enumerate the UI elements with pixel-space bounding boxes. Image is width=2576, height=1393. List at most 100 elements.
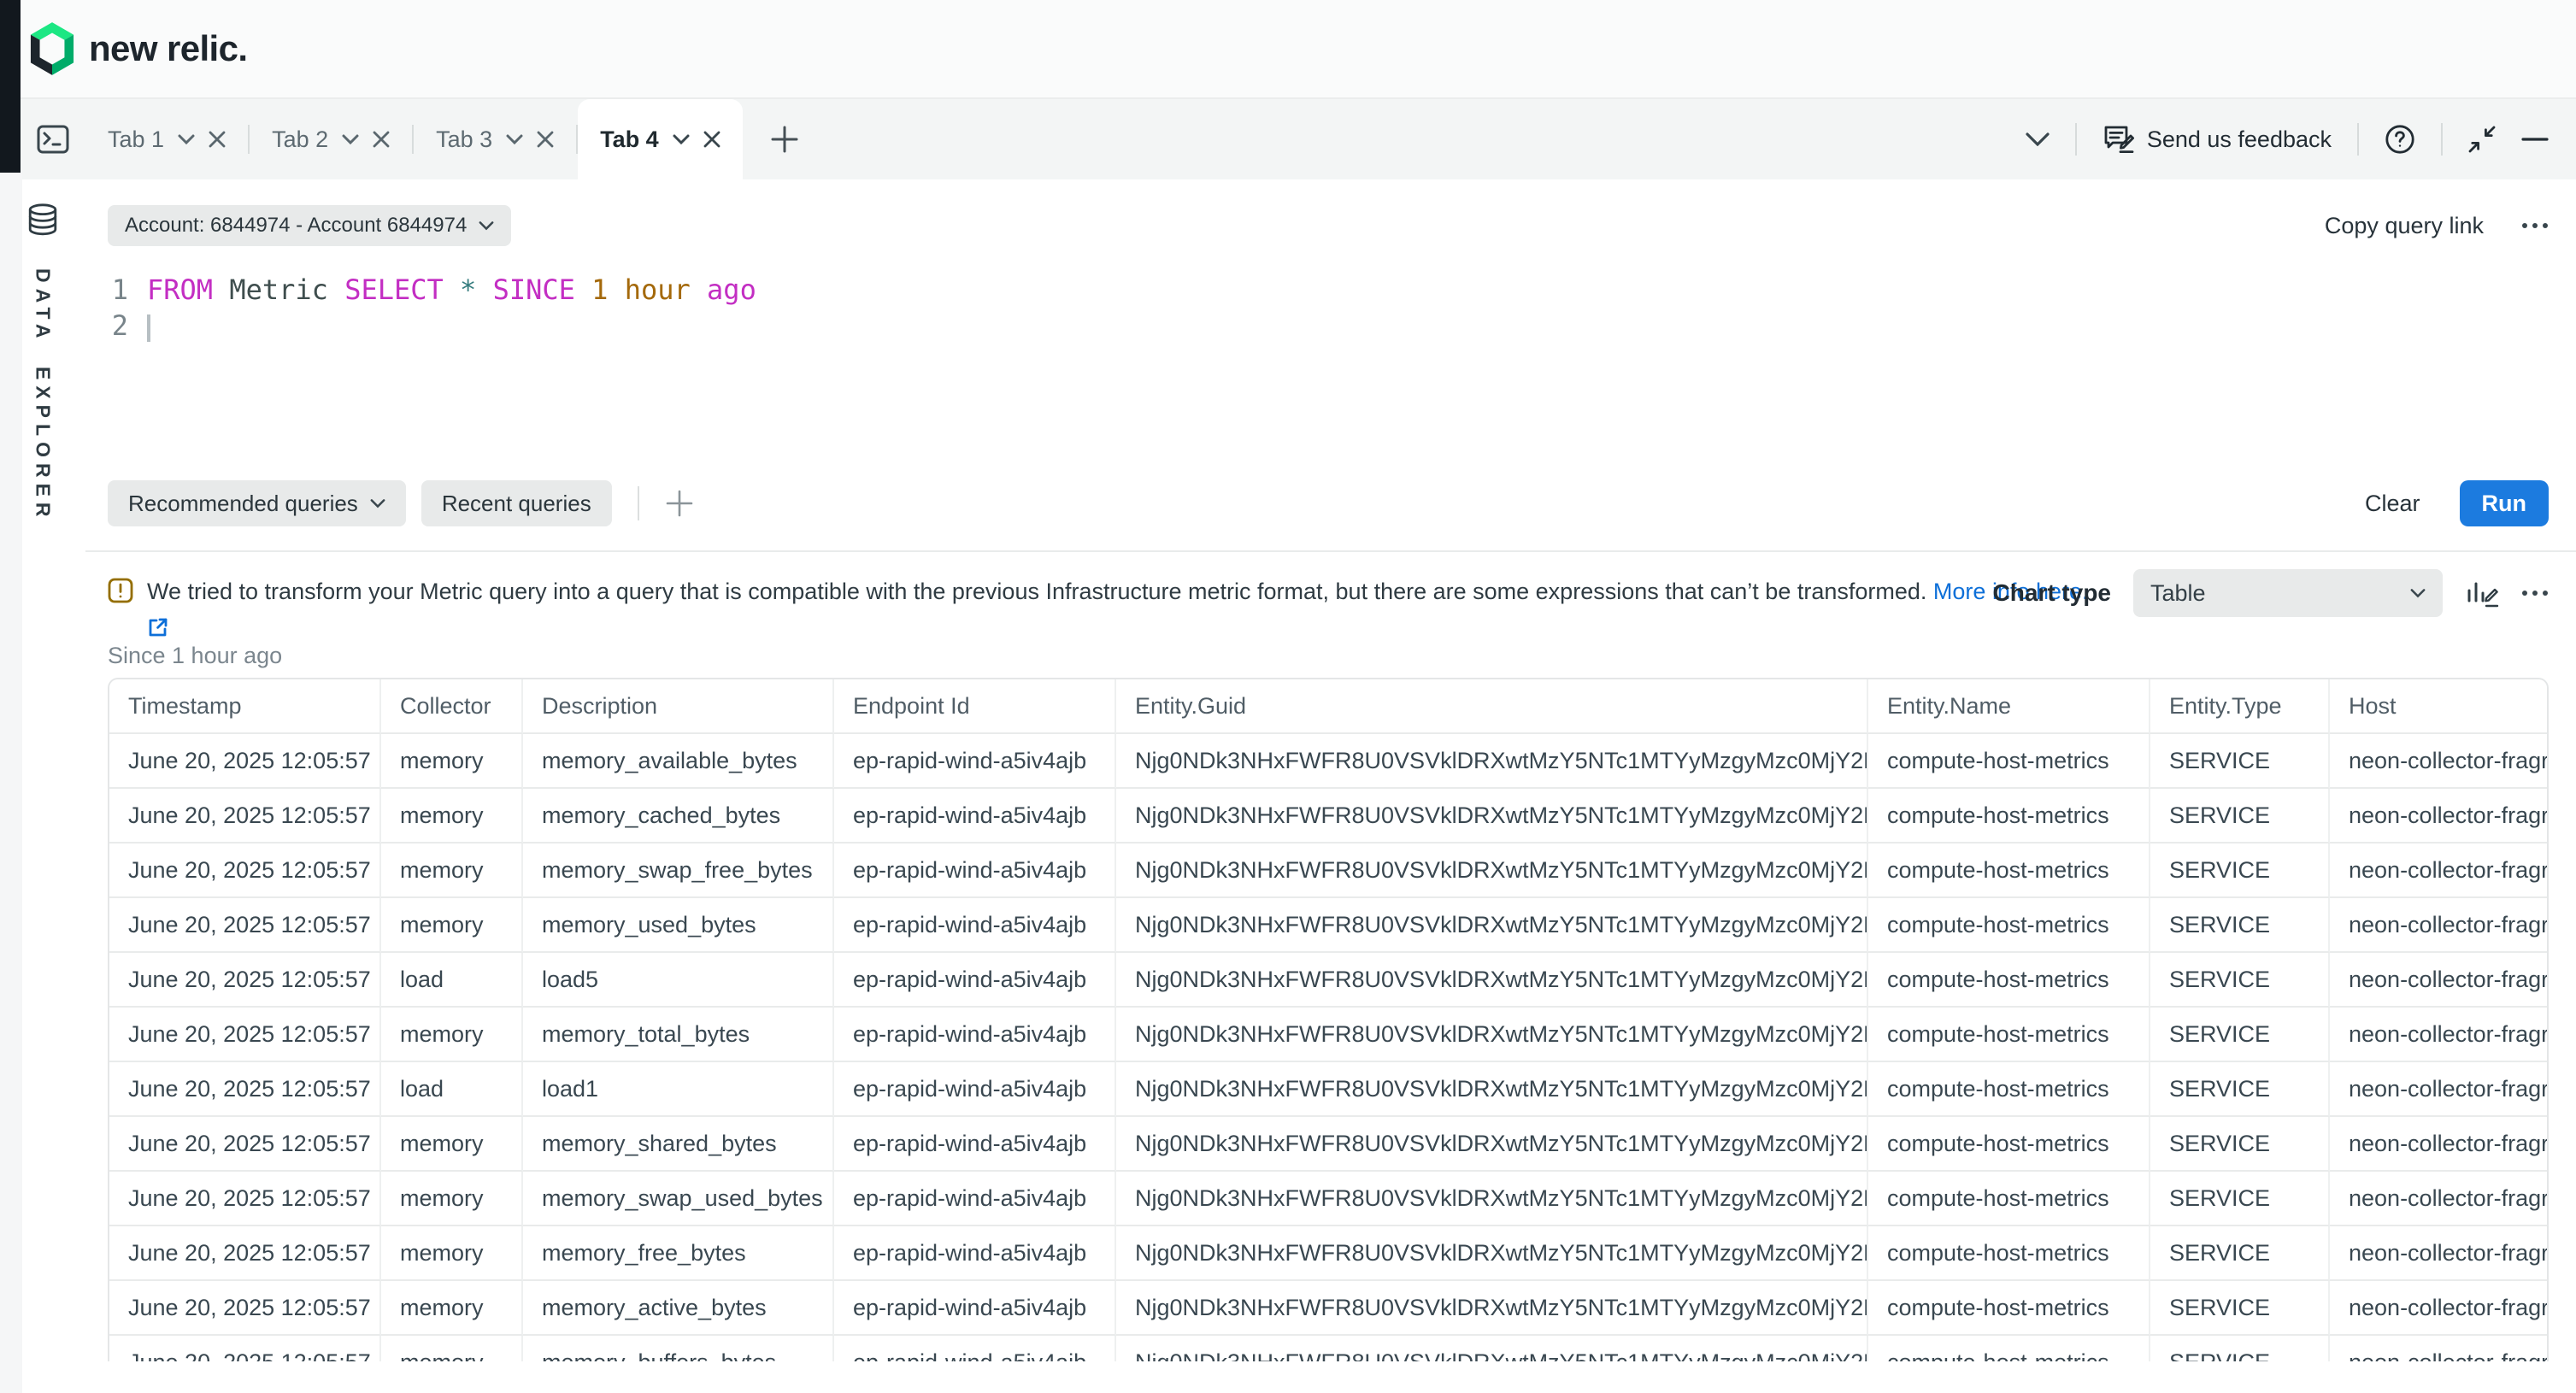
close-icon[interactable] bbox=[703, 131, 720, 148]
query-token: SELECT bbox=[344, 273, 444, 306]
database-icon[interactable] bbox=[27, 203, 58, 236]
collapse-icon[interactable] bbox=[2468, 126, 2496, 153]
table-cell: compute-host-metrics bbox=[1868, 898, 2150, 953]
table-cell: ep-rapid-wind-a5iv4ajb bbox=[834, 734, 1116, 789]
chevron-down-icon bbox=[479, 220, 494, 231]
query-editor[interactable]: 1 2 FROM Metric SELECT * SINCE 1 hour ag… bbox=[108, 272, 2549, 344]
chevron-down-icon[interactable] bbox=[178, 134, 195, 144]
divider bbox=[638, 486, 639, 520]
tab-2[interactable]: Tab 2 bbox=[250, 99, 412, 179]
divider bbox=[2441, 123, 2443, 156]
table-cell: memory bbox=[381, 1117, 523, 1172]
minimize-icon[interactable] bbox=[2521, 136, 2549, 143]
query-token bbox=[575, 273, 591, 306]
window-edge-gutter bbox=[0, 173, 22, 1393]
tab-label: Tab 1 bbox=[108, 126, 164, 153]
add-query-icon[interactable] bbox=[665, 489, 694, 518]
table-cell: ep-rapid-wind-a5iv4ajb bbox=[834, 1062, 1116, 1117]
table-row: June 20, 2025 12:05:57memorymemory_cache… bbox=[109, 789, 2547, 843]
table-cell: memory_buffers_bytes bbox=[523, 1336, 834, 1361]
table-cell: June 20, 2025 12:05:57 bbox=[109, 789, 381, 843]
table-row: June 20, 2025 12:05:57memorymemory_swap_… bbox=[109, 843, 2547, 898]
table-cell: load bbox=[381, 953, 523, 1008]
external-link-icon[interactable] bbox=[147, 616, 169, 638]
close-icon[interactable] bbox=[537, 131, 554, 148]
tab-label: Tab 3 bbox=[436, 126, 492, 153]
warning-icon bbox=[108, 578, 133, 603]
table-cell: SERVICE bbox=[2150, 1336, 2330, 1361]
content-area: Account: 6844974 - Account 6844974 Copy … bbox=[85, 179, 2576, 1393]
clear-button[interactable]: Clear bbox=[2355, 489, 2431, 519]
table-cell: compute-host-metrics bbox=[1868, 789, 2150, 843]
column-header-entity-type[interactable]: Entity.Type bbox=[2150, 679, 2330, 734]
table-cell: compute-host-metrics bbox=[1868, 1062, 2150, 1117]
column-header-endpoint-id[interactable]: Endpoint Id bbox=[834, 679, 1116, 734]
tab-overflow-chevron-icon[interactable] bbox=[2026, 132, 2050, 146]
query-token bbox=[691, 273, 707, 306]
tab-label: Tab 2 bbox=[272, 126, 328, 153]
copy-query-link-button[interactable]: Copy query link bbox=[2325, 213, 2484, 239]
recommended-queries-button[interactable]: Recommended queries bbox=[108, 480, 406, 526]
editor-code[interactable]: FROM Metric SELECT * SINCE 1 hour ago bbox=[147, 272, 756, 344]
table-cell: compute-host-metrics bbox=[1868, 843, 2150, 898]
chevron-down-icon bbox=[2410, 588, 2426, 598]
help-icon[interactable] bbox=[2385, 124, 2415, 155]
table-cell: memory_free_bytes bbox=[523, 1226, 834, 1281]
chevron-down-icon[interactable] bbox=[506, 134, 523, 144]
column-header-entity-guid[interactable]: Entity.Guid bbox=[1116, 679, 1868, 734]
close-icon[interactable] bbox=[373, 131, 390, 148]
chevron-down-icon[interactable] bbox=[673, 134, 690, 144]
table-cell: load bbox=[381, 1062, 523, 1117]
column-header-timestamp[interactable]: Timestamp bbox=[109, 679, 381, 734]
logo-wordmark: new relic. bbox=[89, 28, 247, 69]
table-cell: SERVICE bbox=[2150, 1281, 2330, 1336]
query-console-window: new relic. Tab 1 Tab 2 bbox=[0, 0, 2576, 1393]
chart-edit-icon[interactable] bbox=[2465, 577, 2499, 609]
table-cell: neon-collector-fragrant-dust-3 bbox=[2330, 1062, 2547, 1117]
results-table: TimestampCollectorDescriptionEndpoint Id… bbox=[109, 679, 2547, 1361]
add-tab-icon[interactable] bbox=[770, 125, 799, 154]
tab-4-active[interactable]: Tab 4 bbox=[578, 99, 743, 179]
chevron-down-icon[interactable] bbox=[342, 134, 359, 144]
query-line-2[interactable] bbox=[147, 308, 756, 344]
table-cell: neon-collector-fragrant-dust-3 bbox=[2330, 1008, 2547, 1062]
table-header-row: TimestampCollectorDescriptionEndpoint Id… bbox=[109, 679, 2547, 734]
account-picker[interactable]: Account: 6844974 - Account 6844974 bbox=[108, 205, 511, 246]
table-cell: SERVICE bbox=[2150, 1008, 2330, 1062]
results-table-container: TimestampCollectorDescriptionEndpoint Id… bbox=[108, 678, 2549, 1361]
table-cell: SERVICE bbox=[2150, 734, 2330, 789]
table-cell: memory bbox=[381, 1172, 523, 1226]
table-cell: ep-rapid-wind-a5iv4ajb bbox=[834, 1172, 1116, 1226]
table-cell: SERVICE bbox=[2150, 1117, 2330, 1172]
table-cell: neon-collector-fragrant-dust-3 bbox=[2330, 898, 2547, 953]
more-options-icon[interactable] bbox=[2521, 590, 2549, 597]
table-row: June 20, 2025 12:05:57memorymemory_avail… bbox=[109, 734, 2547, 789]
recent-queries-button[interactable]: Recent queries bbox=[421, 480, 612, 526]
column-header-description[interactable]: Description bbox=[523, 679, 834, 734]
column-header-entity-name[interactable]: Entity.Name bbox=[1868, 679, 2150, 734]
chart-type-select[interactable]: Table bbox=[2133, 569, 2443, 617]
table-cell: neon-collector-fragrant-dust-3 bbox=[2330, 843, 2547, 898]
tab-3[interactable]: Tab 3 bbox=[414, 99, 576, 179]
tab-list: Tab 1 Tab 2 Tab 3 Tab 4 bbox=[85, 99, 743, 179]
table-cell: ep-rapid-wind-a5iv4ajb bbox=[834, 1281, 1116, 1336]
recent-queries-label: Recent queries bbox=[442, 491, 591, 517]
query-panel-top: Account: 6844974 - Account 6844974 Copy … bbox=[108, 205, 2549, 246]
tab-1[interactable]: Tab 1 bbox=[85, 99, 248, 179]
table-cell: compute-host-metrics bbox=[1868, 734, 2150, 789]
column-header-host[interactable]: Host bbox=[2330, 679, 2547, 734]
console-icon[interactable] bbox=[21, 99, 85, 179]
close-icon[interactable] bbox=[209, 131, 226, 148]
table-cell: Njg0NDk3NHxFWFR8U0VSVklDRXwtMzY5NTc1MTYy… bbox=[1116, 1062, 1868, 1117]
table-cell: SERVICE bbox=[2150, 898, 2330, 953]
column-header-collector[interactable]: Collector bbox=[381, 679, 523, 734]
more-options-icon[interactable] bbox=[2521, 222, 2549, 229]
table-cell: memory_cached_bytes bbox=[523, 789, 834, 843]
run-button[interactable]: Run bbox=[2460, 480, 2549, 526]
query-line-1[interactable]: FROM Metric SELECT * SINCE 1 hour ago bbox=[147, 272, 756, 308]
feedback-label: Send us feedback bbox=[2147, 126, 2332, 153]
query-actions-row: Recommended queries Recent queries Clear… bbox=[108, 480, 2549, 526]
since-label: Since 1 hour ago bbox=[108, 643, 2549, 669]
table-cell: load5 bbox=[523, 953, 834, 1008]
send-feedback-button[interactable]: Send us feedback bbox=[2103, 124, 2332, 155]
